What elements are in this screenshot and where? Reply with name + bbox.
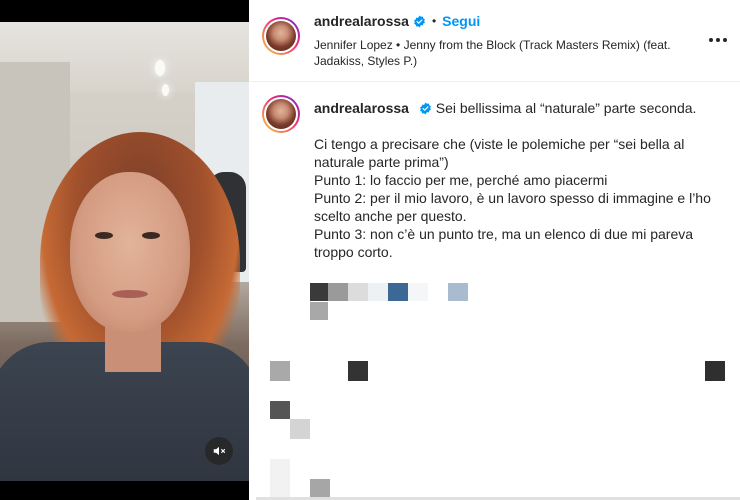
follow-button[interactable]: Segui	[442, 13, 480, 29]
caption-author-avatar[interactable]	[262, 95, 300, 133]
caption-line: Punto 2: per il mio lavoro, è un lavoro …	[314, 190, 711, 224]
pixelated-block	[348, 361, 368, 381]
audio-muted-icon	[213, 446, 226, 456]
pixelated-block	[310, 302, 328, 320]
pixelated-block	[388, 283, 408, 301]
subject-mouth	[112, 290, 148, 298]
more-options-icon-dot	[716, 38, 720, 42]
ceiling-lamp	[162, 84, 169, 96]
subject-eye	[95, 232, 113, 239]
pixelated-block	[270, 361, 290, 381]
pixelated-block	[408, 283, 428, 301]
more-options-icon-dot	[723, 38, 727, 42]
audio-track-link[interactable]: Jennifer Lopez • Jenny from the Block (T…	[314, 37, 684, 69]
header-title-row: andrealarossa • Segui	[314, 13, 480, 29]
post-media[interactable]	[0, 0, 249, 500]
pixelated-block	[705, 361, 725, 381]
caption-line: Ci tengo a precisare che (viste le polem…	[314, 136, 685, 170]
pixelated-block	[270, 459, 290, 497]
header-separator: •	[431, 14, 437, 28]
pixelated-block	[368, 283, 388, 301]
author-username[interactable]: andrealarossa	[314, 13, 409, 29]
pixelated-block	[310, 479, 330, 497]
caption-line: Sei bellissima al “naturale” parte secon…	[435, 100, 697, 116]
post-side-panel: andrealarossa • Segui Jennifer Lopez • J…	[250, 0, 740, 500]
pixelated-block	[290, 419, 310, 439]
verified-badge-icon	[419, 102, 431, 115]
subject-eye	[142, 232, 160, 239]
more-options-button[interactable]	[705, 30, 731, 50]
pixelated-block	[328, 283, 348, 301]
more-options-icon	[709, 38, 713, 42]
subject-face	[70, 172, 190, 332]
mute-toggle-button[interactable]	[205, 437, 233, 465]
pixelated-block	[270, 401, 290, 419]
post-header: andrealarossa • Segui Jennifer Lopez • J…	[250, 0, 740, 82]
avatar-image	[266, 21, 296, 51]
post-video-frame[interactable]	[0, 22, 249, 481]
caption-username[interactable]: andrealarossa	[314, 100, 409, 116]
post-caption: andrealarossa Sei bellissima al “natural…	[314, 99, 724, 261]
caption-line: Punto 3: non c’è un punto tre, ma un ele…	[314, 226, 694, 260]
caption-line: Punto 1: lo faccio per me, perché amo pi…	[314, 172, 608, 188]
pixelated-block	[448, 283, 468, 301]
ceiling-lamp	[155, 60, 165, 76]
verified-badge-icon	[414, 15, 425, 27]
pixelated-block	[348, 283, 368, 301]
author-avatar[interactable]	[262, 17, 300, 55]
avatar-image	[266, 99, 296, 129]
pixelated-block	[310, 283, 328, 301]
